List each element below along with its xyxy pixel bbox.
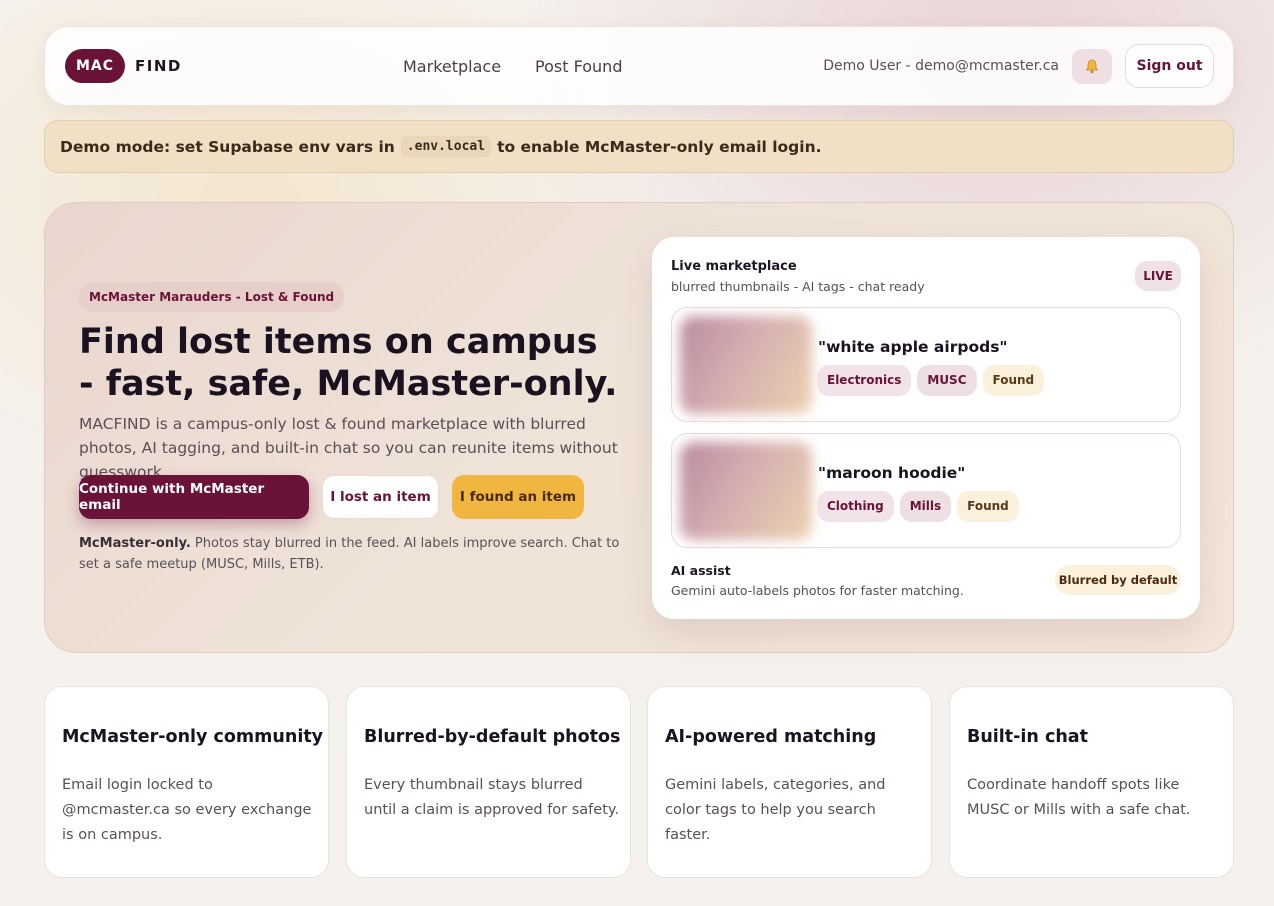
blurred-thumbnail bbox=[680, 316, 812, 414]
feature-description: Email login locked to @mcmaster.ca so ev… bbox=[62, 777, 312, 843]
continue-mcmaster-email-button[interactable]: Continue with McMaster email bbox=[79, 475, 309, 519]
banner-code: .env.local bbox=[400, 136, 492, 157]
banner-text-before: Demo mode: set Supabase env vars in bbox=[60, 137, 395, 156]
hero-tag: McMaster Marauders - Lost & Found bbox=[79, 282, 345, 312]
item-title: "maroon hoodie" bbox=[818, 464, 966, 482]
live-badge: LIVE bbox=[1135, 261, 1181, 291]
blurred-thumbnail bbox=[680, 442, 812, 540]
hero-note: McMaster-only. Photos stay blurred in th… bbox=[79, 533, 639, 575]
banner-text-after: to enable McMaster-only email login. bbox=[497, 137, 822, 156]
feature-description: Every thumbnail stays blurred until a cl… bbox=[364, 777, 620, 818]
category-tag: Clothing bbox=[817, 491, 894, 522]
hero-note-bold: McMaster-only. bbox=[79, 536, 191, 551]
logo[interactable]: MAC FIND bbox=[65, 49, 182, 83]
status-tag: Found bbox=[957, 491, 1019, 522]
bell-icon bbox=[1085, 59, 1099, 74]
marketplace-item[interactable]: "maroon hoodie" Clothing Mills Found bbox=[671, 433, 1181, 548]
notifications-button[interactable] bbox=[1072, 49, 1112, 84]
feature-card: Built-in chat Coordinate handoff spots l… bbox=[949, 686, 1234, 878]
top-header: MAC FIND Marketplace Post Found Demo Use… bbox=[44, 26, 1234, 106]
feature-card: AI-powered matching Gemini labels, categ… bbox=[647, 686, 932, 878]
item-tags: Electronics MUSC Found bbox=[817, 365, 1045, 396]
lost-item-button[interactable]: I lost an item bbox=[322, 475, 439, 519]
feature-description: Gemini labels, categories, and color tag… bbox=[665, 777, 886, 843]
marketplace-item[interactable]: "white apple airpods" Electronics MUSC F… bbox=[671, 307, 1181, 422]
demo-mode-banner: Demo mode: set Supabase env vars in .env… bbox=[44, 120, 1234, 173]
feature-title: Blurred-by-default photos bbox=[364, 727, 621, 747]
ai-assist-subtitle: Gemini auto-labels photos for faster mat… bbox=[671, 583, 964, 598]
feature-card: Blurred-by-default photos Every thumbnai… bbox=[346, 686, 631, 878]
nav-marketplace[interactable]: Marketplace bbox=[403, 57, 501, 76]
hero-title: Find lost items on campus - fast, safe, … bbox=[79, 322, 618, 404]
item-tags: Clothing Mills Found bbox=[817, 491, 1019, 522]
main-nav: Marketplace Post Found bbox=[403, 57, 622, 76]
feature-title: McMaster-only community bbox=[62, 727, 324, 747]
logo-mac: MAC bbox=[65, 49, 126, 83]
marketplace-subtitle: blurred thumbnails - AI tags - chat read… bbox=[671, 279, 925, 294]
location-tag: Mills bbox=[899, 491, 952, 522]
blurred-by-default-badge: Blurred by default bbox=[1055, 565, 1181, 595]
feature-description: Coordinate handoff spots like MUSC or Mi… bbox=[967, 777, 1191, 818]
logo-find: FIND bbox=[135, 57, 182, 75]
sign-out-button[interactable]: Sign out bbox=[1125, 44, 1214, 88]
feature-card: McMaster-only community Email login lock… bbox=[44, 686, 329, 878]
hero-section: McMaster Marauders - Lost & Found Find l… bbox=[44, 202, 1234, 653]
location-tag: MUSC bbox=[917, 365, 977, 396]
hero-description: MACFIND is a campus-only lost & found ma… bbox=[79, 415, 618, 481]
marketplace-title: Live marketplace bbox=[671, 259, 797, 274]
ai-assist-title: AI assist bbox=[671, 563, 731, 578]
feature-title: AI-powered matching bbox=[665, 727, 877, 747]
category-tag: Electronics bbox=[817, 365, 912, 396]
nav-post-found[interactable]: Post Found bbox=[535, 57, 622, 76]
live-marketplace-card: Live marketplace blurred thumbnails - AI… bbox=[652, 237, 1200, 619]
user-info: Demo User - demo@mcmaster.ca bbox=[823, 58, 1059, 74]
item-title: "white apple airpods" bbox=[818, 338, 1008, 356]
feature-title: Built-in chat bbox=[967, 727, 1088, 747]
status-tag: Found bbox=[982, 365, 1045, 396]
found-item-button[interactable]: I found an item bbox=[452, 475, 584, 519]
